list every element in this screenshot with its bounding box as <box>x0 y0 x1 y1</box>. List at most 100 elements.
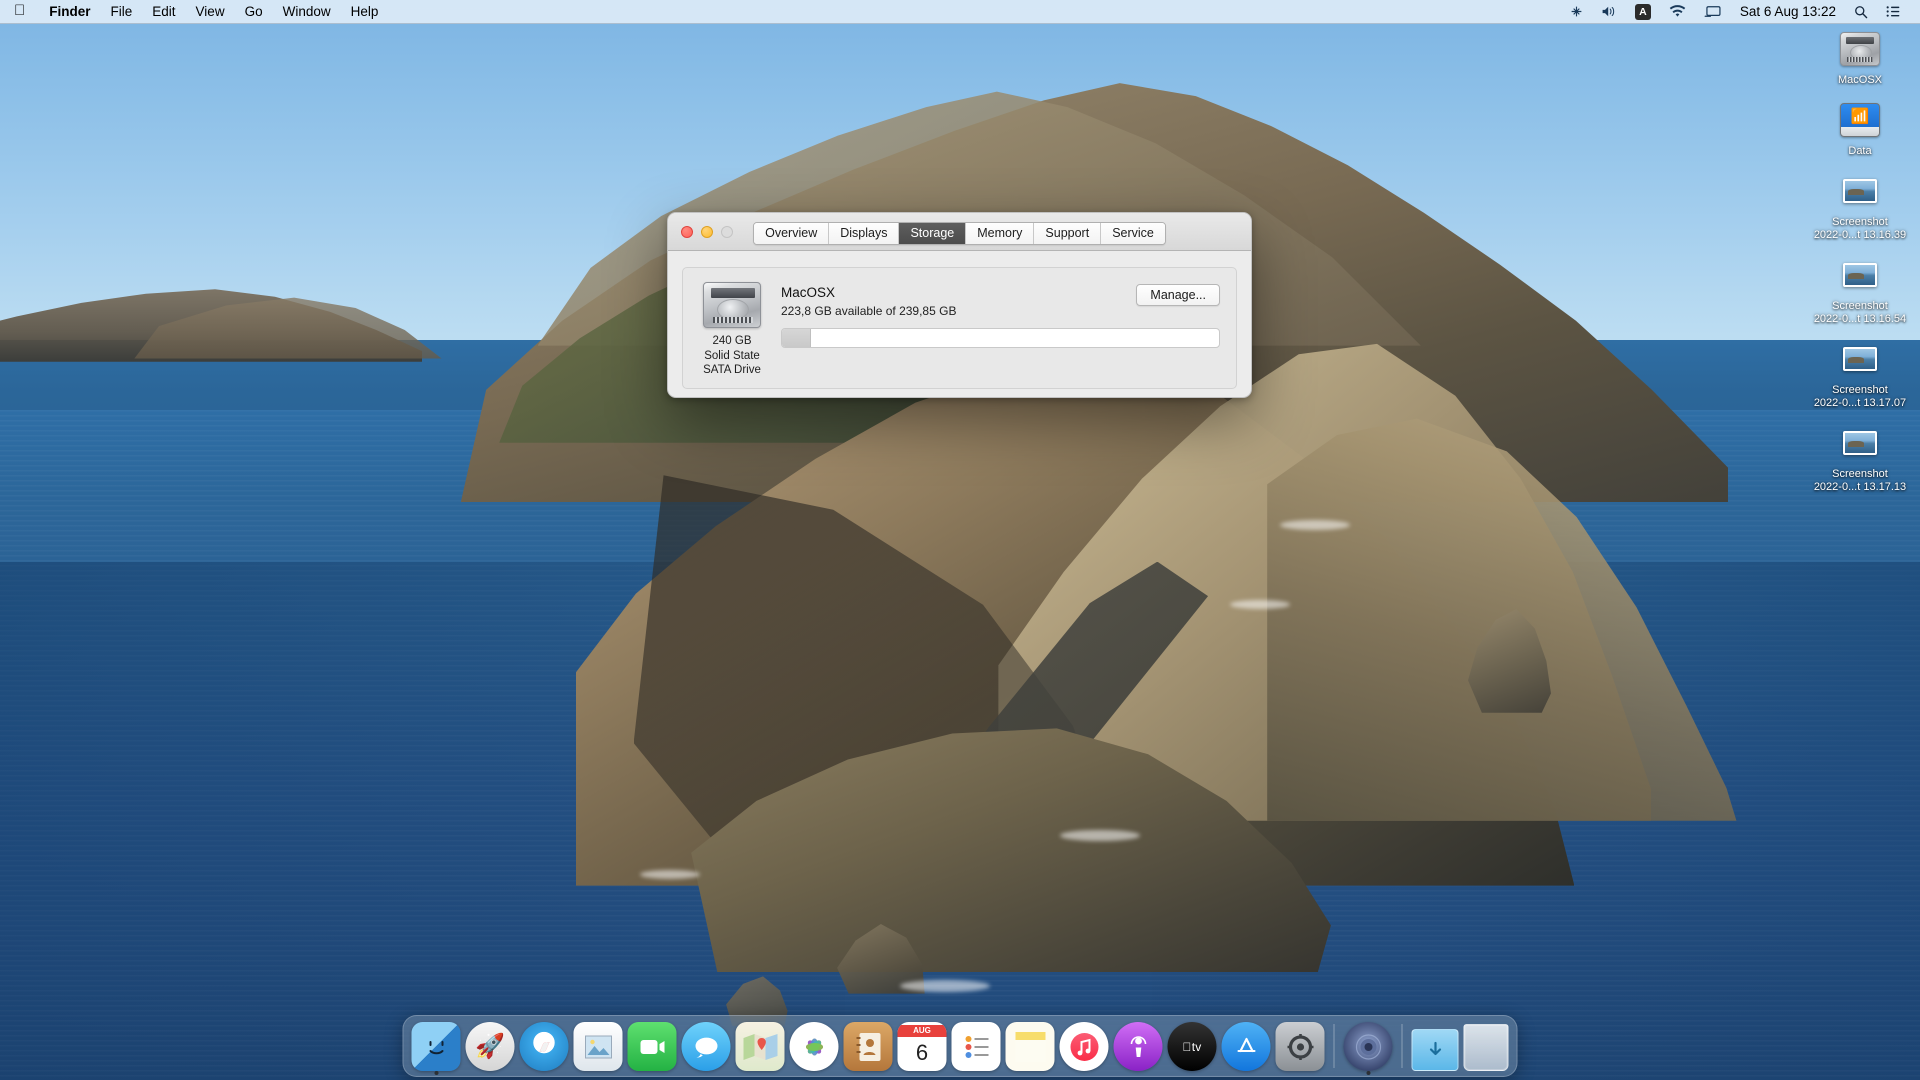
volume-name: MacOSX <box>781 285 836 300</box>
desktop-icon-column: MacOSX 📶 Data Screenshot 2022-0...t 13.1… <box>1800 26 1920 504</box>
label-line-1: Screenshot <box>1832 216 1888 228</box>
contacts-icon <box>843 1022 893 1071</box>
hard-drive-icon <box>1800 26 1920 72</box>
dock-item-system-information[interactable] <box>1343 1022 1393 1075</box>
network-disk-icon: 📶 <box>1800 97 1920 143</box>
desktop-wallpaper <box>0 0 1920 1080</box>
running-indicator <box>434 1071 438 1075</box>
dock-item-safari[interactable] <box>519 1022 569 1071</box>
wallpaper-foam <box>1230 600 1290 609</box>
dock-item-calendar[interactable]: AUG 6 <box>897 1022 947 1071</box>
menu-bar-clock[interactable]: Sat 6 Aug 13:22 <box>1731 4 1845 19</box>
desktop-icon-screenshot-2[interactable]: Screenshot 2022-0...t 13.16.54 <box>1800 252 1920 326</box>
podcasts-icon <box>1113 1022 1163 1071</box>
dock-item-contacts[interactable] <box>843 1022 893 1071</box>
control-center-icon[interactable] <box>1877 5 1910 18</box>
desktop-icon-data[interactable]: 📶 Data <box>1800 97 1920 158</box>
notes-icon <box>1005 1022 1055 1071</box>
desktop-icon-label: Screenshot 2022-0...t 13.17.07 <box>1800 384 1920 410</box>
label-line-1: Screenshot <box>1832 300 1888 312</box>
bluetooth-transfer-icon[interactable] <box>1561 5 1592 18</box>
menu-bar-status-area: A Sat 6 Aug 13:22 <box>1561 3 1920 20</box>
desktop-icon-label: MacOSX <box>1837 74 1882 86</box>
search-icon[interactable] <box>1845 5 1877 19</box>
drive-capacity: 240 GB <box>712 335 752 347</box>
menu-item-file[interactable]: File <box>101 4 143 19</box>
hard-drive-icon <box>703 282 761 328</box>
dock-item-reminders[interactable] <box>951 1022 1001 1071</box>
dock-item-system-preferences[interactable] <box>1275 1022 1325 1071</box>
desktop-icon-label: Screenshot 2022-0...t 13.17.13 <box>1800 468 1920 494</box>
dock-item-launchpad[interactable]: 🚀 <box>465 1022 515 1071</box>
downloads-folder-icon[interactable] <box>1411 1029 1459 1071</box>
desktop-icon-screenshot-4[interactable]: Screenshot 2022-0...t 13.17.13 <box>1800 420 1920 494</box>
drive-summary: 240 GB Solid State SATA Drive <box>699 282 765 376</box>
input-source-icon[interactable]: A <box>1626 3 1660 20</box>
calendar-icon: AUG 6 <box>897 1022 947 1071</box>
dock: 🚀 AUG 6 tv <box>402 1015 1518 1077</box>
menu-item-edit[interactable]: Edit <box>142 4 185 19</box>
wallpaper-foam <box>900 980 990 992</box>
trash-icon[interactable] <box>1463 1024 1509 1071</box>
menu-item-finder[interactable]: Finder <box>39 4 100 19</box>
menu-item-view[interactable]: View <box>186 4 235 19</box>
screen-mirroring-icon[interactable] <box>1695 5 1731 18</box>
tab-bar: Overview Displays Storage Memory Support… <box>668 222 1251 245</box>
dock-item-photos[interactable] <box>789 1022 839 1071</box>
calendar-day: 6 <box>915 1039 929 1065</box>
gear-icon <box>1275 1022 1325 1071</box>
about-this-mac-window[interactable]: Overview Displays Storage Memory Support… <box>667 212 1252 398</box>
menu-item-go[interactable]: Go <box>235 4 273 19</box>
launchpad-icon: 🚀 <box>465 1022 515 1071</box>
drive-type-line-2: SATA Drive <box>703 364 761 376</box>
dock-separator <box>1333 1023 1335 1068</box>
desktop-icon-screenshot-1[interactable]: Screenshot 2022-0...t 13.16.39 <box>1800 168 1920 242</box>
dock-item-preview[interactable] <box>573 1022 623 1071</box>
dock-item-finder[interactable] <box>411 1022 461 1075</box>
menu-bar:  Finder File Edit View Go Window Help A… <box>0 0 1920 24</box>
tab-storage[interactable]: Storage <box>899 223 967 244</box>
storage-usage-bar <box>781 328 1220 348</box>
dock-item-maps[interactable] <box>735 1022 785 1071</box>
dock-item-notes[interactable] <box>1005 1022 1055 1071</box>
menu-item-window[interactable]: Window <box>273 4 341 19</box>
apple-tv-icon: tv <box>1167 1022 1217 1071</box>
volume-icon[interactable] <box>1592 5 1626 18</box>
dock-item-apple-tv[interactable]: tv <box>1167 1022 1217 1071</box>
dock-item-app-store[interactable] <box>1221 1022 1271 1071</box>
wallpaper-foam <box>1280 520 1350 530</box>
wifi-icon[interactable] <box>1660 5 1695 18</box>
app-store-icon <box>1221 1022 1271 1071</box>
screenshot-file-icon <box>1800 336 1920 382</box>
photos-icon <box>789 1022 839 1071</box>
tab-overview[interactable]: Overview <box>754 223 830 244</box>
label-line-2: 2022-0...t 13.17.07 <box>1813 397 1907 409</box>
desktop-icon-screenshot-3[interactable]: Screenshot 2022-0...t 13.17.07 <box>1800 336 1920 410</box>
manage-button[interactable]: Manage... <box>1136 284 1220 306</box>
label-line-1: Screenshot <box>1832 468 1888 480</box>
apple-logo-icon[interactable]:  <box>0 3 39 18</box>
tab-service[interactable]: Service <box>1101 223 1165 244</box>
label-line-2: 2022-0...t 13.16.39 <box>1813 229 1907 241</box>
tab-group: Overview Displays Storage Memory Support… <box>753 222 1166 245</box>
window-titlebar[interactable]: Overview Displays Storage Memory Support… <box>668 213 1251 251</box>
tab-memory[interactable]: Memory <box>966 223 1035 244</box>
dock-item-facetime[interactable] <box>627 1022 677 1071</box>
desktop-icon-macosx[interactable]: MacOSX <box>1800 26 1920 87</box>
finder-icon <box>411 1022 461 1071</box>
maps-icon <box>735 1022 785 1071</box>
window-content: 240 GB Solid State SATA Drive MacOSX 223… <box>668 251 1251 389</box>
desktop-icon-label: Screenshot 2022-0...t 13.16.39 <box>1800 216 1920 242</box>
music-icon <box>1059 1022 1109 1071</box>
dock-item-messages[interactable] <box>681 1022 731 1071</box>
facetime-icon <box>627 1022 677 1071</box>
menu-item-help[interactable]: Help <box>341 4 389 19</box>
menu-bar-left:  Finder File Edit View Go Window Help <box>0 3 389 19</box>
tab-support[interactable]: Support <box>1034 223 1102 244</box>
volume-text-block: MacOSX 223,8 GB available of 239,85 GB <box>781 284 956 319</box>
storage-used-segment <box>782 329 812 347</box>
tab-displays[interactable]: Displays <box>829 223 900 244</box>
dock-item-music[interactable] <box>1059 1022 1109 1071</box>
label-line-2: 2022-0...t 13.16.54 <box>1813 313 1907 325</box>
dock-item-podcasts[interactable] <box>1113 1022 1163 1071</box>
